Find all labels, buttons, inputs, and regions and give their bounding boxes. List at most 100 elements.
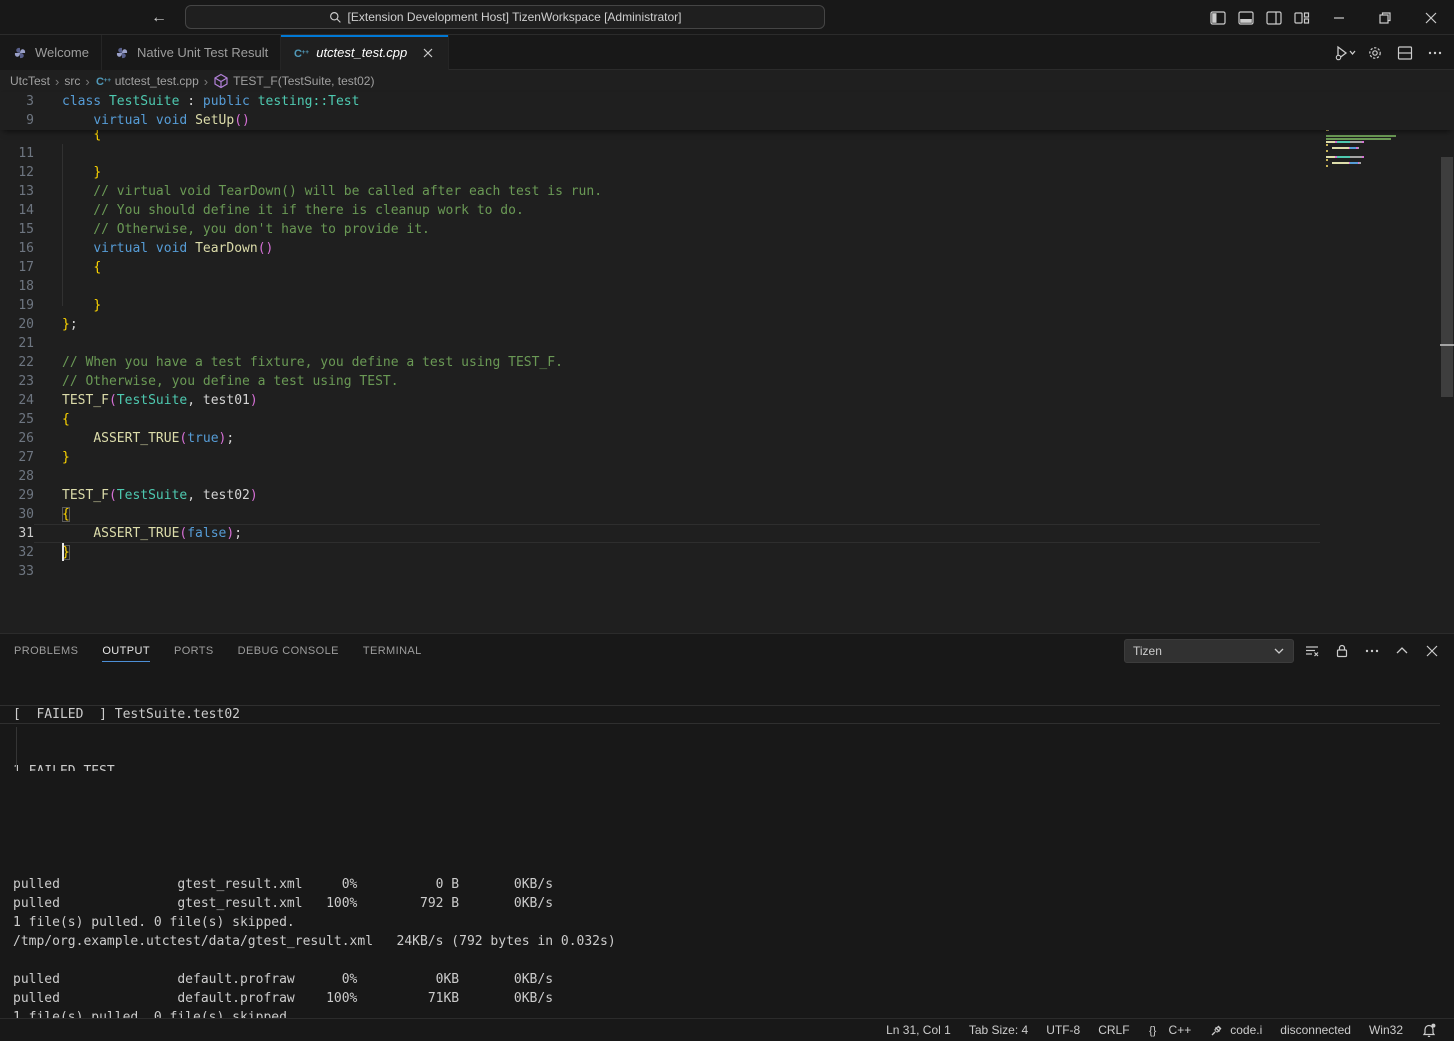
- line-number: 11: [0, 144, 34, 163]
- line-number: 28: [0, 467, 34, 486]
- status-item-disconnected[interactable]: disconnected: [1271, 1019, 1360, 1041]
- panel-tab-ports[interactable]: PORTS: [174, 634, 214, 667]
- line-number: 32: [0, 543, 34, 562]
- breadcrumb-separator: ›: [202, 74, 210, 89]
- clear-output-icon[interactable]: [1300, 639, 1324, 663]
- code-line[interactable]: 31 ASSERT_TRUE(false);: [0, 524, 1330, 543]
- nav-back-button[interactable]: ←: [148, 7, 170, 29]
- code-line[interactable]: 16 virtual void TearDown(): [0, 239, 1330, 258]
- code-line[interactable]: 23// Otherwise, you define a test using …: [0, 372, 1330, 391]
- code-lines: 1112 }13 // virtual void TearDown() will…: [0, 144, 1454, 581]
- maximize-panel-icon[interactable]: [1390, 639, 1414, 663]
- scrollbar-slider[interactable]: [1441, 157, 1453, 397]
- close-tab-icon[interactable]: [420, 45, 436, 61]
- tab-native-unit-test-result[interactable]: Native Unit Test Result: [102, 35, 281, 70]
- code-line[interactable]: 15 // Otherwise, you don't have to provi…: [0, 220, 1330, 239]
- breadcrumb-item[interactable]: src: [64, 74, 80, 88]
- svg-text:++: ++: [103, 77, 111, 84]
- code-line[interactable]: 18: [0, 277, 1330, 296]
- panel-tab-terminal[interactable]: TERMINAL: [363, 634, 422, 667]
- tab-label: Welcome: [35, 45, 89, 60]
- output-line[interactable]: pulled gtest_result.xml 0% 0 B 0KB/s: [13, 875, 1440, 894]
- code-line[interactable]: {: [0, 130, 1330, 144]
- tab-welcome[interactable]: Welcome: [0, 35, 102, 70]
- code-line[interactable]: 17 {: [0, 258, 1330, 277]
- close-window-button[interactable]: [1408, 0, 1454, 35]
- code-line[interactable]: 29TEST_F(TestSuite, test02): [0, 486, 1330, 505]
- restore-button[interactable]: [1362, 0, 1408, 35]
- panel-more-actions-icon[interactable]: [1360, 639, 1384, 663]
- status-item-ln-31-col-1[interactable]: Ln 31, Col 1: [877, 1019, 960, 1041]
- status-item-code-i[interactable]: code.i: [1200, 1019, 1271, 1041]
- output-line[interactable]: pulled default.profraw 100% 71KB 0KB/s: [13, 989, 1440, 1008]
- code-line[interactable]: 14 // You should define it if there is c…: [0, 201, 1330, 220]
- code-editor[interactable]: 3class TestSuite : public testing::Test9…: [0, 92, 1454, 633]
- line-number: 14: [0, 201, 34, 220]
- customize-layout-icon[interactable]: [1288, 4, 1316, 32]
- code-line[interactable]: 28: [0, 467, 1330, 486]
- panel-tab-output[interactable]: OUTPUT: [102, 634, 150, 667]
- sticky-scroll[interactable]: 3class TestSuite : public testing::Test9…: [0, 92, 1454, 130]
- code-line[interactable]: 19 }: [0, 296, 1330, 315]
- status-item-win32[interactable]: Win32: [1360, 1019, 1412, 1041]
- code-line[interactable]: 22// When you have a test fixture, you d…: [0, 353, 1330, 372]
- line-number: 25: [0, 410, 34, 429]
- code-line[interactable]: 3class TestSuite : public testing::Test: [0, 92, 1330, 111]
- code-line[interactable]: 27}: [0, 448, 1330, 467]
- code-line[interactable]: 25{: [0, 410, 1330, 429]
- code-line[interactable]: 32}: [0, 543, 1330, 562]
- output-line[interactable]: /tmp/org.example.utctest/data/gtest_resu…: [13, 932, 1440, 951]
- tizen-pinwheel-icon: [12, 45, 28, 61]
- status-item-c-[interactable]: {}C++: [1139, 1019, 1201, 1041]
- output-line[interactable]: [13, 837, 1440, 856]
- panel-tab-debug-console[interactable]: DEBUG CONSOLE: [238, 634, 339, 667]
- chevron-down-icon: [1273, 645, 1285, 657]
- minimize-button[interactable]: [1316, 0, 1362, 35]
- editor-actions: [1332, 35, 1448, 70]
- breadcrumb-item[interactable]: C++utctest_test.cpp: [95, 73, 199, 89]
- run-tests-icon[interactable]: [1332, 40, 1358, 66]
- breadcrumb-separator: ›: [83, 74, 91, 89]
- toggle-sidebar-right-icon[interactable]: [1260, 4, 1288, 32]
- code-line[interactable]: 33: [0, 562, 1330, 581]
- status-item-crlf[interactable]: CRLF: [1089, 1019, 1138, 1041]
- breadcrumb-item[interactable]: TEST_F(TestSuite, test02): [213, 73, 374, 89]
- code-line[interactable]: 12 }: [0, 163, 1330, 182]
- output-line[interactable]: 1 file(s) pulled. 0 file(s) skipped.: [13, 913, 1440, 932]
- breadcrumb: UtcTest›src›C++utctest_test.cpp›TEST_F(T…: [0, 70, 1454, 92]
- output-line[interactable]: [13, 856, 1440, 875]
- more-actions-icon[interactable]: [1422, 40, 1448, 66]
- command-center-search[interactable]: [Extension Development Host] TizenWorksp…: [185, 5, 825, 29]
- close-panel-icon[interactable]: [1420, 639, 1444, 663]
- code-line[interactable]: 13 // virtual void TearDown() will be ca…: [0, 182, 1330, 201]
- code-line[interactable]: 9 virtual void SetUp(): [0, 111, 1330, 130]
- editor-scrollbar[interactable]: [1440, 92, 1454, 633]
- line-number: 3: [0, 92, 34, 111]
- output-channel-select[interactable]: Tizen: [1124, 639, 1294, 663]
- lock-icon[interactable]: [1330, 639, 1354, 663]
- output-sticky-line[interactable]: [ FAILED ] TestSuite.test02: [0, 705, 1440, 724]
- output-line[interactable]: pulled default.profraw 0% 0KB 0KB/s: [13, 970, 1440, 989]
- split-editor-icon[interactable]: [1392, 40, 1418, 66]
- search-icon: [329, 11, 342, 24]
- output-line[interactable]: [13, 951, 1440, 970]
- output-line[interactable]: pulled gtest_result.xml 100% 792 B 0KB/s: [13, 894, 1440, 913]
- status-item-bell-dot[interactable]: [1412, 1019, 1446, 1041]
- output-console[interactable]: [ FAILED ] TestSuite.test02 1 FAILED TES…: [0, 667, 1440, 1019]
- toggle-panel-icon[interactable]: [1232, 4, 1260, 32]
- tab-utctest-test-cpp[interactable]: C++utctest_test.cpp: [281, 35, 449, 70]
- code-line[interactable]: 26 ASSERT_TRUE(true);: [0, 429, 1330, 448]
- status-item-tab-size-4[interactable]: Tab Size: 4: [960, 1019, 1037, 1041]
- code-line[interactable]: 30{: [0, 505, 1330, 524]
- code-line[interactable]: 24TEST_F(TestSuite, test01): [0, 391, 1330, 410]
- panel-tab-problems[interactable]: PROBLEMS: [14, 634, 78, 667]
- code-line[interactable]: 11: [0, 144, 1330, 163]
- breadcrumb-item[interactable]: UtcTest: [10, 74, 50, 88]
- tizen-pinwheel-icon: [114, 45, 130, 61]
- partial-code-line: {: [0, 130, 1454, 144]
- code-line[interactable]: 21: [0, 334, 1330, 353]
- code-line[interactable]: 20};: [0, 315, 1330, 334]
- toggle-sidebar-left-icon[interactable]: [1204, 4, 1232, 32]
- status-item-utf-8[interactable]: UTF-8: [1037, 1019, 1089, 1041]
- settings-gear-icon[interactable]: [1362, 40, 1388, 66]
